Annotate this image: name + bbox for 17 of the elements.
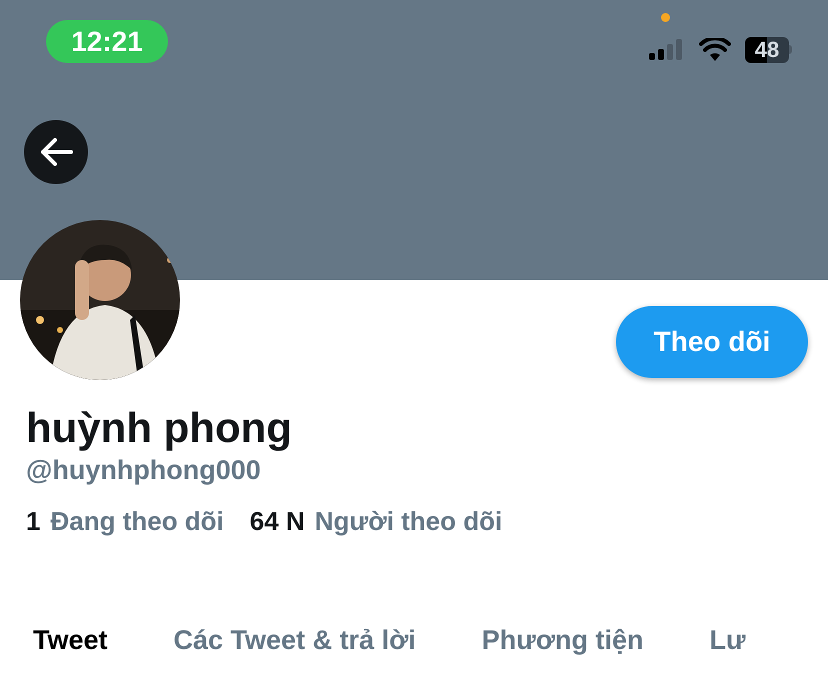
follow-button[interactable]: Theo dõi — [616, 306, 808, 378]
stat-label[interactable]: Đang theo dõi — [50, 502, 224, 541]
privacy-indicator-icon — [661, 13, 670, 22]
battery-icon: 48 — [745, 36, 792, 62]
back-arrow-icon — [39, 137, 73, 167]
signal-icon — [649, 38, 685, 60]
profile-name: huỳnh phong — [26, 403, 293, 453]
profile-handle: @huynhphong000 — [26, 454, 262, 486]
profile-tab[interactable]: Phương tiện — [482, 620, 644, 660]
stat-count: 1 — [26, 505, 40, 538]
profile-tab[interactable]: Lư — [710, 620, 746, 660]
stat-label[interactable]: Người theo dõi — [314, 502, 502, 541]
wifi-icon — [699, 38, 731, 62]
profile-tab[interactable]: Các Tweet & trả lời — [174, 620, 416, 660]
profile-tab[interactable]: Tweet — [33, 620, 108, 660]
stat-count: 64 N — [250, 505, 305, 538]
status-time: 12:21 — [46, 20, 168, 63]
